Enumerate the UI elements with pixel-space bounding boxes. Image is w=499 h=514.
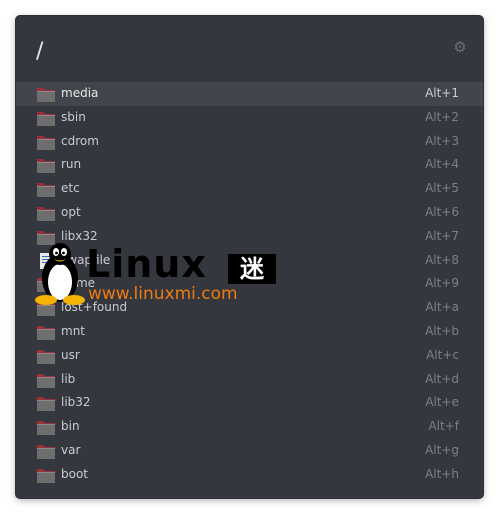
result-shortcut: Alt+e [425,395,459,410]
folder-icon [37,421,55,436]
result-row-mnt[interactable]: mnt Alt+b [16,320,483,344]
result-shortcut: Alt+4 [425,157,459,172]
folder-icon [37,302,55,317]
result-label: lib32 [61,395,91,410]
result-row-bin[interactable]: bin Alt+f [16,415,483,439]
result-row-var[interactable]: var Alt+g [16,439,483,463]
folder-icon [37,349,55,364]
result-row-home[interactable]: home Alt+9 [16,272,483,296]
folder-icon [37,373,55,388]
result-shortcut: Alt+f [428,419,459,434]
folder-icon [37,111,55,126]
result-shortcut: Alt+3 [425,133,459,148]
result-label: opt [61,204,81,219]
folder-icon [37,135,55,150]
result-shortcut: Alt+9 [425,276,459,291]
result-row-lib[interactable]: lib Alt+d [16,368,483,392]
folder-icon [37,183,55,198]
folder-icon [37,468,55,483]
result-label: swapfile [61,252,111,267]
result-label: var [61,442,81,457]
search-input[interactable] [36,38,416,64]
search-bar: ⚙ [16,16,483,82]
gear-icon[interactable]: ⚙ [453,40,467,55]
folder-icon [37,206,55,221]
result-shortcut: Alt+g [425,442,459,457]
result-shortcut: Alt+c [426,347,459,362]
folder-icon [37,159,55,174]
folder-icon [37,444,55,459]
result-label: lost+found [61,300,128,315]
result-row-cdrom[interactable]: cdrom Alt+3 [16,130,483,154]
folder-icon [37,230,55,245]
result-row-run[interactable]: run Alt+4 [16,153,483,177]
result-label: boot [61,466,89,481]
result-label: run [61,157,82,172]
result-row-media[interactable]: media Alt+1 [16,82,483,106]
result-row-lost-found[interactable]: lost+found Alt+a [16,296,483,320]
result-shortcut: Alt+6 [425,204,459,219]
result-shortcut: Alt+7 [425,228,459,243]
result-row-boot[interactable]: boot Alt+h [16,463,483,487]
folder-icon [37,397,55,412]
result-label: etc [61,181,80,196]
result-row-lib32[interactable]: lib32 Alt+e [16,391,483,415]
result-label: lib [61,371,76,386]
result-shortcut: Alt+1 [425,86,459,100]
result-row-sbin[interactable]: sbin Alt+2 [16,106,483,130]
folder-icon [37,325,55,340]
file-icon [40,252,52,269]
result-label: mnt [61,323,85,338]
launcher-window: ⚙ media Alt+1 sbin Alt+2 cdrom Alt+3 run Alt+4 e… [16,16,483,498]
result-row-etc[interactable]: etc Alt+5 [16,177,483,201]
result-row-swapfile[interactable]: swapfile Alt+8 [16,249,483,273]
result-shortcut: Alt+h [425,466,459,481]
result-label: libx32 [61,228,98,243]
result-label: cdrom [61,133,99,148]
result-shortcut: Alt+2 [425,109,459,124]
result-shortcut: Alt+5 [425,181,459,196]
result-row-usr[interactable]: usr Alt+c [16,344,483,368]
results-list: media Alt+1 sbin Alt+2 cdrom Alt+3 run Alt+4 etc… [16,82,483,487]
folder-icon [37,278,55,293]
result-row-opt[interactable]: opt Alt+6 [16,201,483,225]
result-label: bin [61,419,80,434]
result-shortcut: Alt+8 [425,252,459,267]
result-label: media [61,86,99,100]
result-shortcut: Alt+d [425,371,459,386]
result-shortcut: Alt+b [425,323,459,338]
folder-icon [37,88,55,102]
result-label: usr [61,347,80,362]
result-label: sbin [61,109,86,124]
result-label: home [61,276,96,291]
result-row-libx32[interactable]: libx32 Alt+7 [16,225,483,249]
result-shortcut: Alt+a [425,300,459,315]
